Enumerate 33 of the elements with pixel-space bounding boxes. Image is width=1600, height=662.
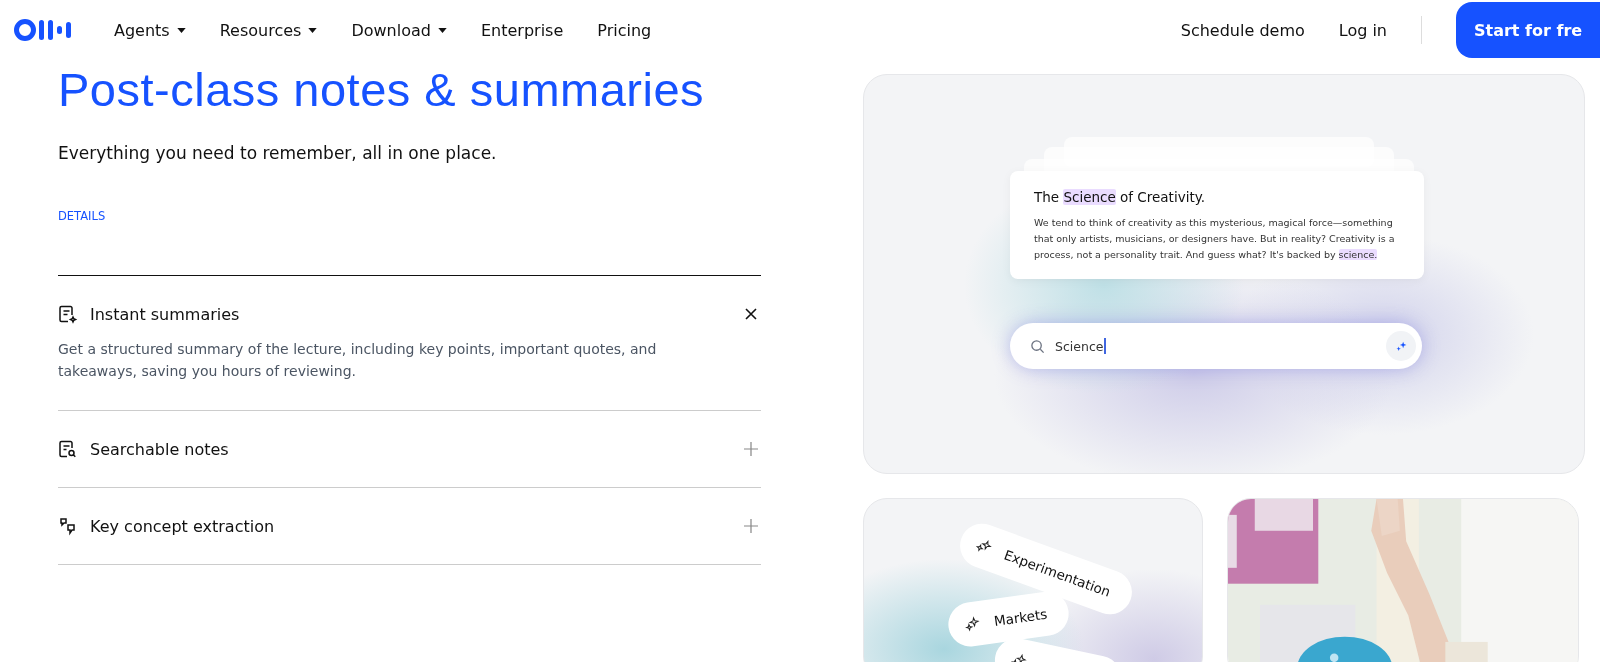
subtitle: Everything you need to remember, all in one place. [58,143,498,163]
sparkle-icon [963,615,982,634]
plus-icon [744,519,758,533]
document-sparkle-icon [58,304,78,324]
document-title: The Science of Creativity. [1034,189,1207,205]
search-field[interactable]: Science [1010,323,1422,369]
toggle-button[interactable] [741,439,761,459]
caret-icon [437,27,447,33]
document-search-icon [58,439,78,459]
search-icon [1030,338,1045,354]
search-value: Science [1055,338,1104,354]
nav-link[interactable]: Pricing [597,20,652,40]
nav-link[interactable]: Enterprise [480,20,564,40]
caret-icon [308,27,318,33]
nav-link[interactable]: Resources [219,20,318,40]
caret-icon [176,27,186,33]
start-button[interactable]: Start for fre [1456,2,1600,58]
feature-description: Get a structured summary of the lecture, including key points, important quotes, and takeaways, saving you hours of reviewing. [58,340,658,381]
nav-link[interactable]: Download [351,20,447,40]
feature-title[interactable]: Instant summaries [90,304,240,324]
nav-link[interactable]: Agents [114,20,186,40]
feature-title[interactable]: Key concept extraction [90,516,275,536]
toggle-button[interactable] [741,516,761,536]
speech-bubbles-icon [58,516,78,536]
feature-title[interactable]: Searchable notes [90,439,229,459]
nav-link[interactable]: Log in [1338,20,1387,40]
document-text: We tend to think of creativity as this mysterious, magical force—something that only artists, musicians, or designers have. But in reality? Creativity is a process, not a personality trait. And guess what? It's backed by science. [1034,216,1396,262]
details-label: DETAILS [58,209,107,223]
plus-icon [744,442,758,456]
close-icon [744,307,758,321]
page-heading: Post-class notes & summaries [58,62,706,117]
nav-link[interactable]: Schedule demo [1180,20,1305,40]
sparkle-button[interactable] [1386,331,1416,361]
